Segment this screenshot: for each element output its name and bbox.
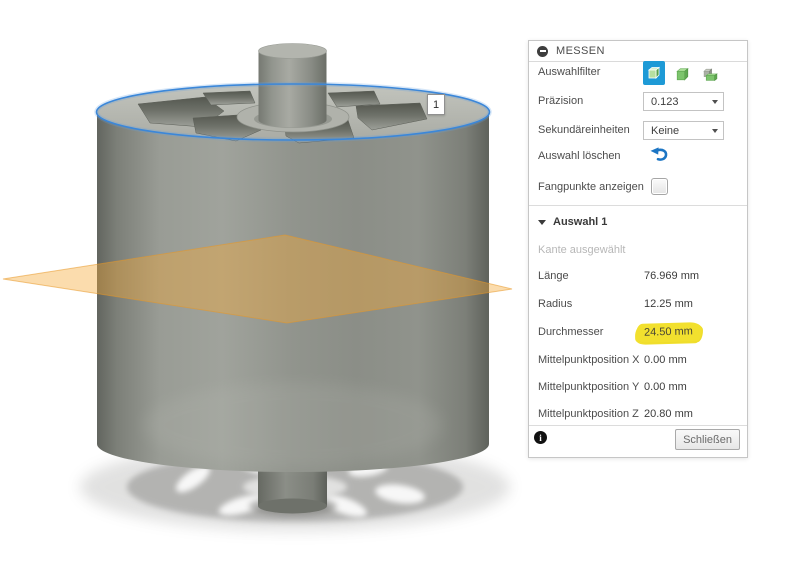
precision-select[interactable]: 0.123 xyxy=(643,92,724,111)
selection-filter-label: Auswahlfilter xyxy=(538,66,600,78)
component-filter-button[interactable] xyxy=(700,64,721,85)
triangle-down-icon xyxy=(538,220,546,225)
face-filter-button[interactable] xyxy=(672,64,693,85)
close-button[interactable]: Schließen xyxy=(675,429,740,450)
precision-label: Präzision xyxy=(538,95,583,107)
messen-panel: MESSEN Auswahlfilter xyxy=(528,40,748,458)
selection-badge: 1 xyxy=(427,94,445,115)
undo-arrow-icon xyxy=(650,147,669,163)
measure-label-mittelpunkt-x: Mittelpunktposition X xyxy=(538,354,640,366)
clear-selection-label: Auswahl löschen xyxy=(538,150,621,162)
secondary-units-value: Keine xyxy=(651,125,712,137)
measure-value-mittelpunkt-x: 0.00 mm xyxy=(644,354,687,366)
measure-label-mittelpunkt-y: Mittelpunktposition Y xyxy=(538,381,639,393)
secondary-units-label: Sekundäreinheiten xyxy=(538,124,630,136)
measure-label-durchmesser: Durchmesser xyxy=(538,326,603,338)
fusion-viewport: 1 MESSEN Auswahlfilter xyxy=(0,0,800,562)
cube-selected-icon xyxy=(646,65,662,81)
measure-value-radius: 12.25 mm xyxy=(644,298,693,310)
secondary-units-select[interactable]: Keine xyxy=(643,121,724,140)
snap-points-label: Fangpunkte anzeigen xyxy=(538,181,644,193)
precision-value: 0.123 xyxy=(651,96,712,108)
info-icon[interactable]: i xyxy=(534,431,547,444)
measure-value-durchmesser: 24.50 mm xyxy=(644,326,693,338)
panel-title: MESSEN xyxy=(556,45,605,57)
measure-value-mittelpunkt-y: 0.00 mm xyxy=(644,381,687,393)
measure-label-mittelpunkt-z: Mittelpunktposition Z xyxy=(538,408,639,420)
chevron-down-icon xyxy=(712,129,718,133)
measure-label-laenge: Länge xyxy=(538,270,569,282)
section-divider xyxy=(529,205,747,206)
chevron-down-icon xyxy=(712,100,718,104)
selection-section-title: Auswahl 1 xyxy=(553,216,607,228)
measure-label-radius: Radius xyxy=(538,298,572,310)
panel-header: MESSEN xyxy=(529,41,747,62)
selection-filter-group xyxy=(643,61,721,85)
marker-highlight: 24.50 mm xyxy=(636,322,702,343)
collapse-icon[interactable] xyxy=(537,46,548,57)
body-filter-button[interactable] xyxy=(643,61,665,85)
cube-icon xyxy=(674,66,691,83)
footer-divider xyxy=(529,425,747,426)
measure-value-laenge: 76.969 mm xyxy=(644,270,699,282)
component-icon xyxy=(702,66,719,83)
clear-selection-button[interactable] xyxy=(650,147,670,163)
snap-points-checkbox[interactable] xyxy=(651,178,668,195)
selection-status: Kante ausgewählt xyxy=(538,244,625,256)
selection-section-header[interactable]: Auswahl 1 xyxy=(538,216,607,228)
measure-value-mittelpunkt-z: 20.80 mm xyxy=(644,408,693,420)
